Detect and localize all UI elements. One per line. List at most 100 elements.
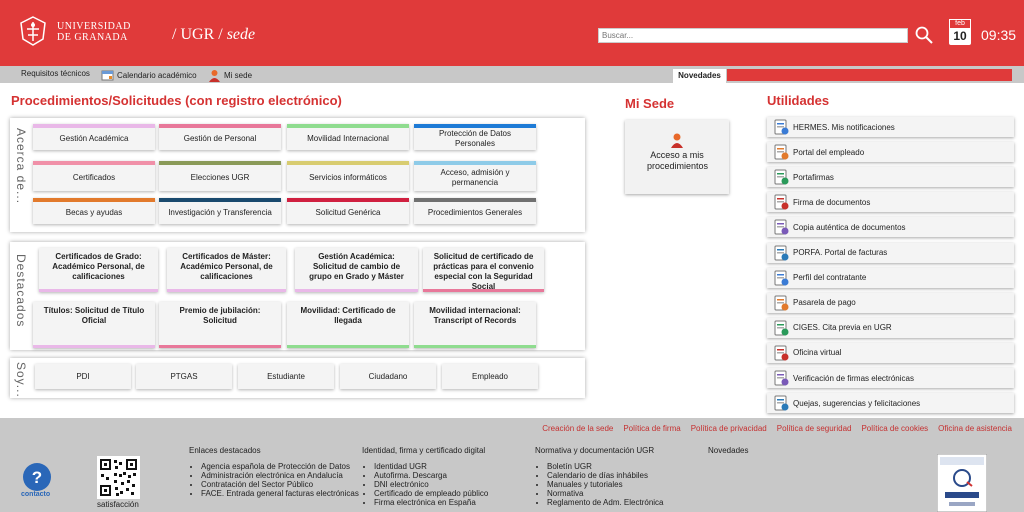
- destacado-card-5[interactable]: Títulos: Solicitud de Título Oficial: [33, 302, 155, 348]
- acerca-card-becas-y-ayudas[interactable]: Becas y ayudas: [33, 198, 155, 224]
- destacado-card-label: Movilidad: Certificado de llegada: [300, 306, 396, 325]
- help-icon[interactable]: ?: [22, 462, 52, 492]
- utility-label: CIGES. Cita previa en UGR: [793, 323, 892, 333]
- acerca-card-proteccion-de-datos-personales[interactable]: Protección de Datos Personales: [414, 124, 536, 150]
- destacado-card-label: Gestión Académica: Solicitud de cambio d…: [309, 252, 404, 281]
- destacado-card-1[interactable]: Certificados de Grado: Académico Persona…: [39, 248, 158, 292]
- utility-oficina-virtual[interactable]: Oficina virtual: [767, 342, 1014, 363]
- utility-label: Portafirmas: [793, 172, 834, 182]
- tab-novedades[interactable]: Novedades: [673, 69, 726, 83]
- verify-icon: [774, 370, 789, 386]
- satisfaccion-label[interactable]: satisfacción: [97, 500, 139, 509]
- payment-icon: [774, 295, 789, 311]
- footer-link-item[interactable]: DNI electrónico: [374, 480, 532, 489]
- destacado-card-8[interactable]: Movilidad internacional: Transcript of R…: [414, 302, 536, 348]
- utility-perfil-del-contratante[interactable]: Perfil del contratante: [767, 267, 1014, 288]
- footer-link-item[interactable]: Reglamento de Adm. Electrónica: [547, 498, 705, 507]
- sede-brand[interactable]: / UGR / sede: [172, 26, 255, 44]
- acerca-card-procedimientos-generales[interactable]: Procedimientos Generales: [414, 198, 536, 224]
- acerca-label: Acerca de...: [14, 128, 28, 205]
- soy-card-pdi[interactable]: PDI: [35, 364, 131, 389]
- footer-link-item[interactable]: Normativa: [547, 489, 705, 498]
- footer-link-item[interactable]: Firma electrónica en España: [374, 498, 532, 507]
- document-copy-icon: [774, 219, 789, 235]
- acceso-procedimientos-card[interactable]: Acceso a mis procedimientos: [625, 120, 729, 194]
- footer-link-politica-de-cookies[interactable]: Política de cookies: [861, 424, 928, 433]
- soy-card-estudiante[interactable]: Estudiante: [238, 364, 334, 389]
- acerca-card-investigacion-y-transferencia[interactable]: Investigación y Transferencia: [159, 198, 281, 224]
- subnav-calendario[interactable]: Calendario académico: [101, 69, 197, 81]
- procedimientos-title: Procedimientos/Solicitudes (con registro…: [11, 93, 342, 108]
- complaints-icon: [774, 395, 789, 411]
- utility-label: Perfil del contratante: [793, 273, 867, 283]
- footer-col-title: Novedades: [708, 446, 749, 455]
- utility-label: Verificación de firmas electrónicas: [793, 373, 914, 383]
- utility-label: HERMES. Mis notificaciones: [793, 122, 895, 132]
- search-input[interactable]: [598, 28, 908, 43]
- acerca-card-gestion-academica[interactable]: Gestión Académica: [33, 124, 155, 150]
- footer-link-item[interactable]: Manuales y tutoriales: [547, 480, 705, 489]
- date-month: feb: [949, 19, 971, 29]
- footer-link-item[interactable]: Agencia española de Protección de Datos: [201, 462, 359, 471]
- soy-card-ptgas[interactable]: PTGAS: [136, 364, 232, 389]
- utility-quejas-sugerencias-y-felicitaciones[interactable]: Quejas, sugerencias y felicitaciones: [767, 393, 1014, 414]
- utility-verificacion-de-firmas-electronicas[interactable]: Verificación de firmas electrónicas: [767, 368, 1014, 388]
- destacado-card-7[interactable]: Movilidad: Certificado de llegada: [287, 302, 409, 348]
- destacado-card-label: Certificados de Grado: Académico Persona…: [52, 252, 145, 281]
- soy-card-ciudadano[interactable]: Ciudadano: [340, 364, 436, 389]
- footer-link-item[interactable]: Identidad UGR: [374, 462, 532, 471]
- utility-label: Pasarela de pago: [793, 298, 856, 308]
- destacado-card-2[interactable]: Certificados de Máster: Académico Person…: [167, 248, 286, 292]
- subnav-requisitos[interactable]: Requisitos técnicos: [21, 69, 90, 78]
- acerca-card-gestion-de-personal[interactable]: Gestión de Personal: [159, 124, 281, 150]
- footer-link-politica-de-seguridad[interactable]: Política de seguridad: [777, 424, 852, 433]
- utility-pasarela-de-pago[interactable]: Pasarela de pago: [767, 292, 1014, 313]
- signature-icon: [774, 169, 789, 185]
- footer-link-item[interactable]: Calendario de días inhábiles: [547, 471, 705, 480]
- soy-card-label: Empleado: [471, 371, 509, 381]
- search-icon[interactable]: [914, 25, 934, 45]
- utility-porfa-portal-de-facturas[interactable]: PORFA. Portal de facturas: [767, 242, 1014, 263]
- utility-ciges-cita-previa-en-ugr[interactable]: CIGES. Cita previa en UGR: [767, 317, 1014, 338]
- user-icon: [671, 133, 683, 148]
- lock-icon: [774, 345, 789, 361]
- destacado-card-3[interactable]: Gestión Académica: Solicitud de cambio d…: [295, 248, 418, 292]
- acerca-card-solicitud-generica[interactable]: Solicitud Genérica: [287, 198, 409, 224]
- employees-icon: [774, 144, 789, 160]
- utility-portafirmas[interactable]: Portafirmas: [767, 167, 1014, 188]
- footer-link-item[interactable]: FACE. Entrada general facturas electróni…: [201, 489, 359, 498]
- novedades-ticker[interactable]: [727, 69, 1012, 81]
- utility-copia-autentica-de-documentos[interactable]: Copia auténtica de documentos: [767, 217, 1014, 238]
- acerca-card-label: Protección de Datos Personales: [438, 129, 512, 148]
- clock-time: 09:35: [981, 27, 1017, 43]
- footer-link-oficina-de-asistencia[interactable]: Oficina de asistencia: [938, 424, 1012, 433]
- soy-card-label: PDI: [76, 371, 90, 381]
- footer: Creación de la sede Política de firma Polí…: [0, 418, 1024, 512]
- destacado-card-6[interactable]: Premio de jubilación: Solicitud: [159, 302, 281, 348]
- university-name[interactable]: UNIVERSIDAD DE GRANADA: [57, 21, 131, 43]
- brand-sede: sede: [226, 26, 256, 43]
- contacto-label[interactable]: contacto: [21, 491, 50, 498]
- acerca-card-elecciones-ugr[interactable]: Elecciones UGR: [159, 161, 281, 191]
- footer-link-item[interactable]: Boletín UGR: [547, 462, 705, 471]
- footer-link-politica-de-firma[interactable]: Política de firma: [623, 424, 680, 433]
- footer-link-item[interactable]: Contratación del Sector Público: [201, 480, 359, 489]
- footer-link-politica-de-privacidad[interactable]: Política de privacidad: [691, 424, 767, 433]
- footer-link-creacion-de-la-sede[interactable]: Creación de la sede: [542, 424, 613, 433]
- footer-link-item[interactable]: Certificado de empleado público: [374, 489, 532, 498]
- acerca-card-certificados[interactable]: Certificados: [33, 161, 155, 191]
- acerca-card-movilidad-internacional[interactable]: Movilidad Internacional: [287, 124, 409, 150]
- utility-portal-del-empleado[interactable]: Portal del empleado: [767, 142, 1014, 163]
- soy-card-empleado[interactable]: Empleado: [442, 364, 538, 389]
- qr-code-icon[interactable]: [97, 456, 140, 499]
- footer-col-novedades: Novedades: [708, 446, 878, 455]
- destacado-card-4[interactable]: Solicitud de certificado de prácticas pa…: [423, 248, 544, 292]
- footer-link-item[interactable]: Administración electrónica en Andalucía: [201, 471, 359, 480]
- acerca-card-servicios-informaticos[interactable]: Servicios informáticos: [287, 161, 409, 191]
- subnav-misede[interactable]: Mi sede: [208, 69, 252, 82]
- ugr-crest-icon: [20, 16, 46, 46]
- acerca-card-acceso-admision-y-permanencia[interactable]: Acceso, admisión y permanencia: [414, 161, 536, 191]
- utility-hermes-mis-notificaciones[interactable]: HERMES. Mis notificaciones: [767, 117, 1014, 137]
- footer-link-item[interactable]: Autofirma. Descarga: [374, 471, 532, 480]
- utility-firma-de-documentos[interactable]: Firma de documentos: [767, 192, 1014, 213]
